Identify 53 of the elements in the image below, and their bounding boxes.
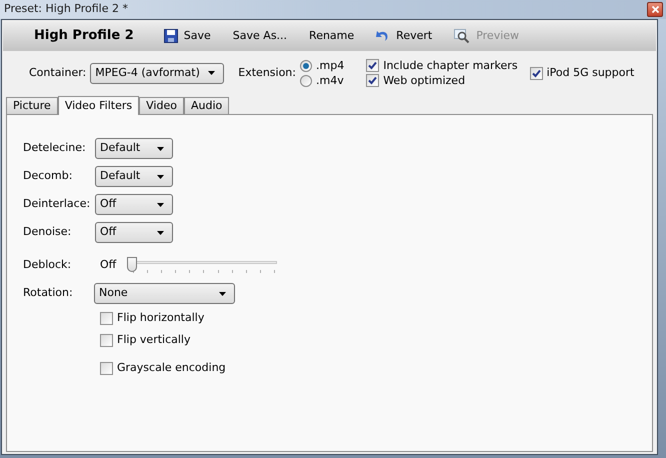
checkbox-label: iPod 5G support: [546, 64, 634, 81]
slider[interactable]: [127, 256, 277, 274]
filter-label: Decomb:: [23, 168, 74, 184]
slider-value: Off: [100, 257, 118, 274]
caret-icon: [157, 146, 164, 150]
tab[interactable]: Video Filters: [58, 96, 140, 115]
slider-thumb[interactable]: [127, 256, 137, 272]
dropdown[interactable]: MPEG-4 (avformat): [90, 62, 224, 84]
magnifier-icon: [454, 28, 470, 44]
checkbox-label: Flip horizontally: [117, 310, 204, 326]
filter-label: Deblock:: [23, 257, 72, 274]
checkbox[interactable]: [530, 66, 543, 80]
checkbox[interactable]: [100, 334, 113, 346]
caret-icon: [157, 174, 164, 178]
radio-button[interactable]: [300, 74, 312, 86]
dropdown[interactable]: None: [94, 283, 235, 304]
checkbox[interactable]: [100, 312, 113, 324]
window-title: Preset: High Profile 2 *: [4, 1, 128, 18]
tab[interactable]: Video: [139, 97, 184, 114]
checkbox[interactable]: [100, 362, 113, 374]
dropdown[interactable]: Off: [95, 194, 173, 215]
filter-label: Denoise:: [23, 224, 72, 240]
checkbox[interactable]: [366, 59, 380, 72]
filter-label: Deinterlace:: [23, 196, 92, 212]
filter-label: Detelecine:: [23, 140, 87, 156]
preset-title: High Profile 2: [34, 27, 134, 46]
caret-icon: [157, 202, 164, 206]
checkbox[interactable]: [366, 74, 380, 87]
checkbox-label: Include chapter markers: [383, 58, 518, 72]
filter-label: Rotation:: [23, 285, 74, 302]
close-icon: [652, 6, 658, 13]
tab[interactable]: Audio: [184, 97, 230, 114]
radio-label: .m4v: [316, 74, 344, 88]
radio-button[interactable]: [300, 60, 312, 72]
close-button[interactable]: [647, 2, 663, 17]
tab[interactable]: Picture: [6, 97, 58, 114]
undo-arrow-icon: [376, 30, 390, 42]
radio-label: .mp4: [316, 58, 344, 72]
toolbar-button[interactable]: Rename: [309, 28, 354, 44]
dropdown[interactable]: Off: [95, 222, 173, 243]
caret-icon: [219, 292, 226, 296]
container-label: Container:: [29, 64, 86, 81]
checkbox-label: Grayscale encoding: [117, 360, 226, 376]
dropdown[interactable]: Default: [95, 138, 173, 159]
toolbar-button[interactable]: Save As...: [232, 28, 288, 44]
checkbox-label: Flip vertically: [117, 332, 190, 348]
toolbar-button[interactable]: Revert: [376, 28, 432, 44]
dropdown[interactable]: Default: [95, 166, 173, 187]
caret-icon: [157, 230, 164, 234]
caret-icon: [208, 71, 216, 75]
toolbar-button[interactable]: Save: [164, 28, 211, 44]
extension-label: Extension:: [238, 64, 296, 81]
checkbox-label: Web optimized: [383, 74, 466, 88]
